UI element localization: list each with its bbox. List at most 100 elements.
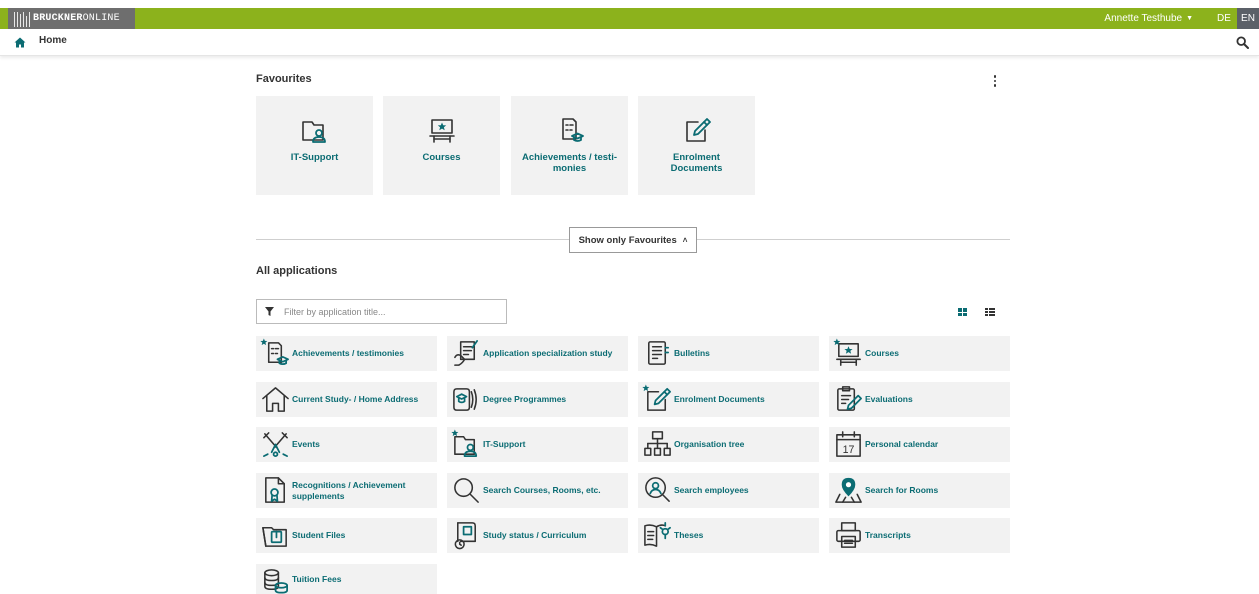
grid-view-icon[interactable] <box>958 308 967 316</box>
favourite-tile[interactable]: IT-Support <box>256 96 373 195</box>
app-tile[interactable]: Bulletins <box>638 336 819 371</box>
app-tile-label: Current Study- / Home Address <box>292 394 419 404</box>
app-tile-label: Search employees <box>674 485 749 495</box>
app-tile-label: Organisation tree <box>674 439 745 449</box>
app-tile[interactable]: Achievements / testimonies <box>256 336 437 371</box>
breadcrumb-home[interactable]: Home <box>39 35 67 46</box>
courses-icon <box>428 119 455 143</box>
favourite-star-icon <box>642 384 650 392</box>
app-tile-label: Theses <box>674 530 704 540</box>
app-tile-label: Evaluations <box>865 394 913 404</box>
app-tile-label: Recognitions / Achievement supplements <box>292 479 406 501</box>
map-pin-icon <box>835 477 862 503</box>
list-view-icon[interactable] <box>985 308 995 316</box>
app-tile[interactable]: Degree Programmes <box>447 382 628 417</box>
divider-right <box>697 239 1010 240</box>
language-de-button[interactable]: DE <box>1213 8 1235 29</box>
app-tile[interactable]: Transcripts <box>829 518 1010 553</box>
search-employees-icon <box>645 477 670 502</box>
favourites-heading: Favourites <box>256 73 312 85</box>
app-tile-label: Courses <box>865 348 900 358</box>
chevron-up-icon: ˄ <box>682 235 688 245</box>
calendar-day: 17 <box>843 444 855 456</box>
courses-icon <box>833 338 861 366</box>
show-only-favourites-label: Show only Favourites <box>578 234 677 246</box>
user-menu[interactable]: Annette Testhube ▼ <box>1104 8 1193 29</box>
filter-icon <box>265 307 274 316</box>
printer-icon <box>836 522 861 548</box>
events-icon <box>263 432 288 457</box>
favourite-tile-label: Achievements / testi- monies <box>521 152 618 174</box>
app-tile[interactable]: 17 Personal calendar <box>829 427 1010 462</box>
app-tile[interactable]: Theses <box>638 518 819 553</box>
app-tile[interactable]: Search Courses, Rooms, etc. <box>447 473 628 508</box>
bruckneronline-logo[interactable]: BRUCKNERONLINE <box>8 8 135 29</box>
logo-mark-icon <box>8 8 30 29</box>
app-tile-label: Application specialization study <box>483 348 613 358</box>
app-tile[interactable]: Student Files <box>256 518 437 553</box>
app-tile[interactable]: Tuition Fees <box>256 564 437 594</box>
app-tile[interactable]: Organisation tree <box>638 427 819 462</box>
app-tile-label: Student Files <box>292 530 346 540</box>
filter-field[interactable] <box>256 299 507 324</box>
filter-input[interactable] <box>284 306 494 317</box>
show-only-favourites-button[interactable]: Show only Favourites ˄ <box>569 227 697 253</box>
favourite-star-icon <box>451 429 459 437</box>
caret-down-icon: ▼ <box>1186 15 1193 22</box>
app-tile[interactable]: Enrolment Documents <box>638 382 819 417</box>
house-icon <box>262 387 289 412</box>
app-tile-label: Enrolment Documents <box>674 394 765 404</box>
app-tile[interactable]: Recognitions / Achievement supplements <box>256 473 437 508</box>
study-status-icon <box>454 522 476 550</box>
app-tile-label: Bulletins <box>674 348 710 358</box>
top-bar: BRUCKNERONLINE Annette Testhube ▼ DE EN <box>0 8 1259 29</box>
logo-text: BRUCKNERONLINE <box>33 13 120 24</box>
magnifier-icon <box>454 478 479 503</box>
bulletins-icon <box>648 341 670 365</box>
app-tile-label: Transcripts <box>865 530 911 540</box>
it-support-icon <box>301 121 326 143</box>
app-tile[interactable]: Events <box>256 427 437 462</box>
divider-left <box>256 239 569 240</box>
enrolment-documents-icon <box>642 384 671 411</box>
app-tile[interactable]: Evaluations <box>829 382 1010 417</box>
favourite-tile[interactable]: Achievements / testi- monies <box>511 96 628 195</box>
language-en-button[interactable]: EN <box>1237 8 1259 29</box>
user-name: Annette Testhube <box>1104 13 1183 24</box>
app-tile[interactable]: Search for Rooms <box>829 473 1010 508</box>
home-icon[interactable] <box>14 37 26 48</box>
degree-programmes-icon <box>453 388 477 411</box>
app-tile-label: IT-Support <box>483 439 526 449</box>
theses-icon <box>644 522 671 547</box>
achievements-icon <box>260 338 289 366</box>
calendar-icon: 17 <box>836 431 861 457</box>
more-options-icon[interactable] <box>990 74 1000 88</box>
coins-icon <box>264 569 288 594</box>
application-hand-icon <box>454 340 479 366</box>
favourite-tile-label: Enrolment Documents <box>670 152 723 174</box>
favourite-tile-label: Courses <box>422 152 461 163</box>
app-tile-label: Search Courses, Rooms, etc. <box>483 485 601 495</box>
favourite-star-icon <box>260 338 268 346</box>
app-tile-label: Tuition Fees <box>292 573 342 584</box>
favourite-tile[interactable]: Courses <box>383 96 500 195</box>
app-tile[interactable]: Courses <box>829 336 1010 371</box>
search-icon[interactable] <box>1236 36 1249 49</box>
app-tile[interactable]: Search employees <box>638 473 819 508</box>
enrolment-documents-icon <box>685 118 711 142</box>
all-applications-heading: All applications <box>256 265 338 277</box>
app-tile[interactable]: Application specialization study <box>447 336 628 371</box>
organisation-tree-icon <box>644 431 671 456</box>
app-tile-label: Study status / Curriculum <box>483 530 587 540</box>
evaluations-icon <box>837 386 862 411</box>
favourite-tile[interactable]: Enrolment Documents <box>638 96 755 195</box>
it-support-icon <box>451 429 478 457</box>
app-tile-label: Degree Programmes <box>483 394 567 404</box>
favourite-tile-label: IT-Support <box>290 152 339 163</box>
app-tile[interactable]: Study status / Curriculum <box>447 518 628 553</box>
app-tile[interactable]: IT-Support <box>447 427 628 462</box>
app-tile-label: Events <box>292 439 320 449</box>
app-tile[interactable]: Current Study- / Home Address <box>256 382 437 417</box>
student-files-icon <box>262 526 287 547</box>
app-tile-label: Achievements / testimonies <box>292 348 404 358</box>
